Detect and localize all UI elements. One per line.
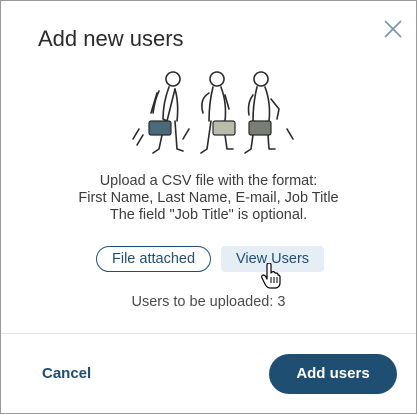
add-users-button[interactable]: Add users <box>269 354 397 394</box>
cancel-button[interactable]: Cancel <box>42 365 91 382</box>
footer-divider <box>1 333 416 334</box>
hand-cursor-icon <box>261 263 281 289</box>
people-illustration <box>132 71 294 154</box>
dialog-title: Add new users <box>38 26 184 51</box>
instruction-line-1: Upload a CSV file with the format: <box>99 173 318 189</box>
users-to-upload-count: Users to be uploaded: 3 <box>131 294 286 310</box>
instruction-line-2: First Name, Last Name, E-mail, Job Title <box>78 190 339 206</box>
upload-instructions: Upload a CSV file with the format: First… <box>1 173 416 224</box>
add-users-dialog: Add new users Upload a CSV file with the… <box>0 0 417 414</box>
close-icon[interactable] <box>381 17 405 41</box>
instruction-line-3: The field "Job Title" is optional. <box>109 207 308 223</box>
file-attached-button[interactable]: File attached <box>96 246 211 272</box>
